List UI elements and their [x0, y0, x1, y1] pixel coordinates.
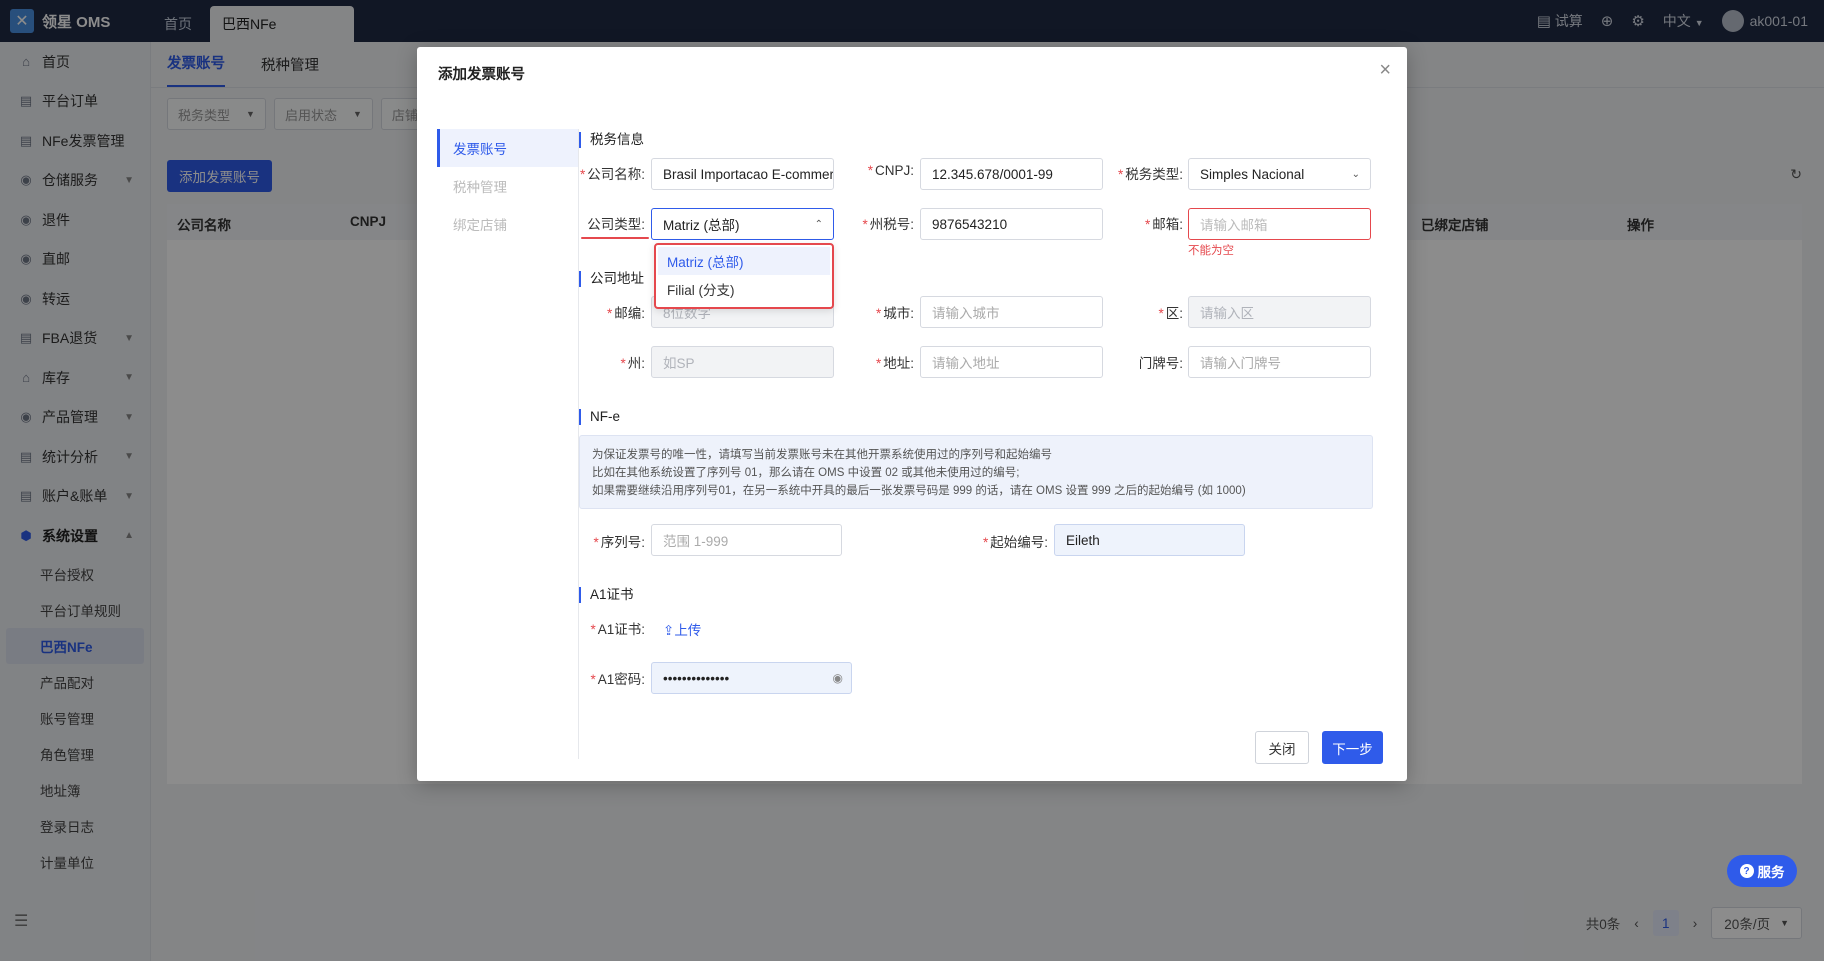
cnpj-label: * CNPJ:	[867, 163, 914, 178]
label-text: CNPJ:	[874, 163, 914, 178]
highlight-underline	[581, 237, 649, 239]
nfe-notice: 为保证发票号的唯一性，请填写当前发票账号未在其他开票系统使用过的序列号和起始编号…	[579, 435, 1373, 509]
city-label: * 城市:	[875, 306, 914, 321]
step-invoice-account[interactable]: 发票账号	[437, 129, 578, 167]
notice-line: 比如在其他系统设置了序列号 01，那么请在 OMS 中设置 02 或其他未使用过…	[592, 467, 1020, 479]
email-input[interactable]: 请输入邮箱	[1188, 208, 1371, 240]
address-label: * 地址:	[875, 356, 914, 371]
modal-title: 添加发票账号	[438, 67, 525, 83]
nfe-section-title: NF-e	[579, 409, 620, 425]
chevron-up-icon: ⌃	[814, 218, 823, 230]
select-value: Matriz (总部)	[663, 218, 740, 233]
password-value: ••••••••••••••	[663, 670, 730, 686]
tax-info-section-title: 税务信息	[579, 132, 644, 148]
upload-button[interactable]: ⇪上传	[663, 619, 701, 639]
select-value: Simples Nacional	[1200, 166, 1305, 182]
label-text: 起始编号:	[990, 535, 1048, 550]
next-step-button[interactable]: 下一步	[1322, 731, 1383, 764]
email-error-message: 不能为空	[1188, 245, 1234, 257]
start-number-input[interactable]: Eileth	[1054, 524, 1245, 556]
door-number-label: 门牌号:	[1138, 356, 1183, 371]
address-section-title: 公司地址	[579, 271, 644, 287]
upload-label: 上传	[674, 623, 702, 638]
add-invoice-account-modal: 添加发票账号 × 发票账号 税种管理 绑定店铺 税务信息 * 公司名称: Bras…	[417, 47, 1407, 781]
company-type-label: 公司类型:	[587, 217, 645, 232]
option-filial[interactable]: Filial (分支)	[658, 275, 830, 303]
service-button[interactable]: ? 服务	[1727, 855, 1797, 887]
notice-line: 为保证发票号的唯一性，请填写当前发票账号未在其他开票系统使用过的序列号和起始编号	[592, 449, 1052, 461]
close-button[interactable]: 关闭	[1255, 731, 1309, 764]
label-text: 区:	[1165, 306, 1183, 321]
label-text: 州税号:	[869, 217, 914, 232]
city-input[interactable]: 请输入城市	[920, 296, 1103, 328]
label-text: 州:	[627, 356, 645, 371]
a1-password-input[interactable]: •••••••••••••• ◉	[651, 662, 852, 694]
close-icon[interactable]: ×	[1379, 59, 1391, 82]
chevron-down-icon: ⌄	[1351, 168, 1360, 180]
notice-line: 如果需要继续沿用序列号01，在另一系统中开具的最后一张发票号码是 999 的话，…	[592, 485, 1246, 497]
serial-label: * 序列号:	[593, 535, 645, 550]
label-text: 地址:	[883, 356, 914, 371]
district-input[interactable]: 请输入区	[1188, 296, 1371, 328]
state-tax-input[interactable]: 9876543210	[920, 208, 1103, 240]
company-name-input[interactable]: Brasil Importacao E-commerce	[651, 158, 834, 190]
label-text: 邮编:	[614, 306, 645, 321]
label-text: 城市:	[883, 306, 914, 321]
district-label: * 区:	[1158, 306, 1183, 321]
company-type-select[interactable]: Matriz (总部) ⌃	[651, 208, 834, 240]
email-label: * 邮箱:	[1144, 217, 1183, 232]
tax-type-label: * 税务类型:	[1117, 167, 1183, 182]
serial-input[interactable]: 范围 1-999	[651, 524, 842, 556]
label-text: 序列号:	[600, 535, 645, 550]
state-tax-label: * 州税号:	[862, 217, 914, 232]
label-text: 公司名称:	[587, 167, 645, 182]
a1-cert-label: * A1证书:	[590, 622, 645, 637]
state-input[interactable]: 如SP	[651, 346, 834, 378]
label-text: A1证书:	[597, 622, 645, 637]
start-number-label: * 起始编号:	[982, 535, 1048, 550]
label-text: A1密码:	[597, 672, 645, 687]
label-text: 税务类型:	[1125, 167, 1183, 182]
door-number-input[interactable]: 请输入门牌号	[1188, 346, 1371, 378]
label-text: 邮箱:	[1152, 217, 1183, 232]
zip-label: * 邮编:	[606, 306, 645, 321]
step-bind-store[interactable]: 绑定店铺	[437, 205, 578, 243]
eye-icon[interactable]: ◉	[833, 671, 843, 685]
step-tax-management[interactable]: 税种管理	[437, 167, 578, 205]
help-icon: ?	[1739, 864, 1754, 878]
company-type-dropdown: Matriz (总部) Filial (分支)	[654, 243, 834, 309]
a1-section-title: A1证书	[579, 587, 634, 603]
a1-password-label: * A1密码:	[590, 672, 645, 687]
tax-type-select[interactable]: Simples Nacional ⌄	[1188, 158, 1371, 190]
address-input[interactable]: 请输入地址	[920, 346, 1103, 378]
option-matriz[interactable]: Matriz (总部)	[658, 247, 830, 275]
service-label: 服务	[1757, 865, 1785, 880]
upload-icon: ⇪	[663, 623, 675, 638]
cnpj-input[interactable]: 12.345.678/0001-99	[920, 158, 1103, 190]
state-label: * 州:	[620, 356, 645, 371]
company-name-label: * 公司名称:	[579, 167, 645, 182]
modal-step-nav: 发票账号 税种管理 绑定店铺	[437, 129, 579, 759]
